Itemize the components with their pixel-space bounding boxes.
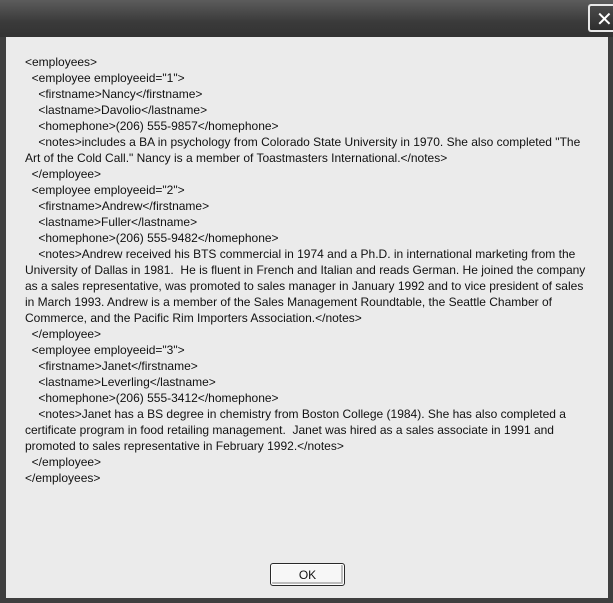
close-button[interactable]: ✕ [588,4,613,32]
ok-button[interactable]: OK [270,563,345,586]
close-icon: ✕ [596,7,613,31]
xml-message-text: <employees> <employee employeeid="1"> <f… [25,55,586,485]
message-dialog: ✕ <employees> <employee employeeid="1"> … [0,0,613,603]
title-bar[interactable]: ✕ [0,0,613,37]
dialog-content: <employees> <employee employeeid="1"> <f… [6,37,608,598]
